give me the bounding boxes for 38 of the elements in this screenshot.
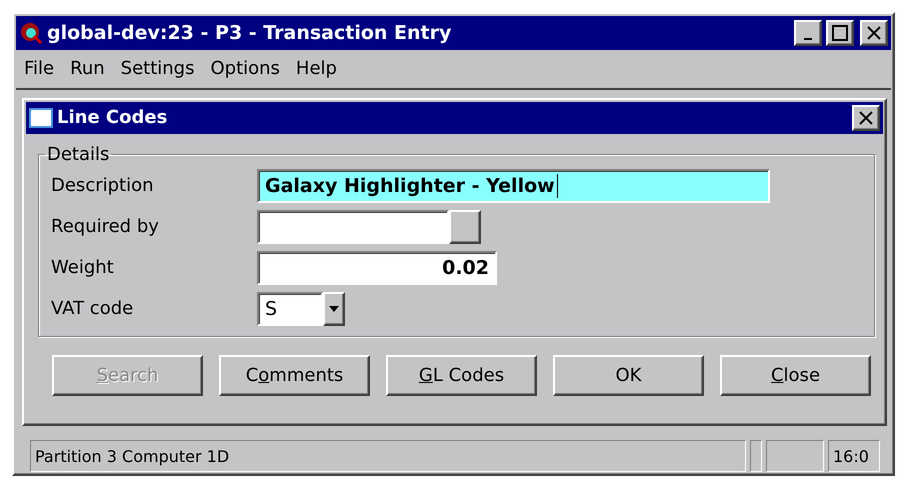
minimize-icon [804,38,812,40]
dialog-title: Line Codes [57,107,168,128]
status-panel [750,440,762,472]
group-title: Details [46,144,110,165]
menu-item[interactable]: Settings [114,58,200,80]
date-picker-button[interactable] [449,210,481,244]
description-field[interactable]: Galaxy Highlighter - Yellow [257,168,770,203]
close-icon [867,26,881,40]
close-button[interactable] [852,104,880,131]
window-icon [29,108,53,128]
globe-magnifier-icon [19,20,43,45]
field-label: Required by [51,216,160,238]
minimize-button[interactable] [794,20,822,46]
status-message: Partition 3 Computer 1D [30,440,746,472]
close-button[interactable] [860,20,888,46]
status-position: 16:0 [828,440,880,472]
menu-item[interactable]: Help [290,58,343,80]
close-icon [859,110,873,125]
vat-code-combo[interactable]: S [257,292,323,326]
window-title: global-dev:23 - P3 - Transaction Entry [47,22,452,44]
dialog-button[interactable]: OK [553,354,704,396]
menu-item[interactable]: Options [204,58,286,80]
date-field[interactable] [257,210,449,244]
status-panel [766,440,824,472]
dialog-button[interactable]: GL Codes [386,354,537,396]
text-cursor [556,174,558,198]
field-label: VAT code [51,298,134,320]
menu-item[interactable]: Run [64,58,111,80]
dropdown-button[interactable] [323,292,345,326]
dialog-button[interactable]: Close [720,354,871,396]
weight-field[interactable]: 0.02 [257,250,497,285]
menu-item[interactable]: File [18,58,60,80]
dropdown-arrow-icon [329,306,339,312]
field-label: Weight [51,257,115,278]
maximize-icon [832,24,848,41]
field-label: Description [51,175,155,196]
dialog-button[interactable]: Comments [219,354,370,396]
maximize-button[interactable] [826,20,854,46]
